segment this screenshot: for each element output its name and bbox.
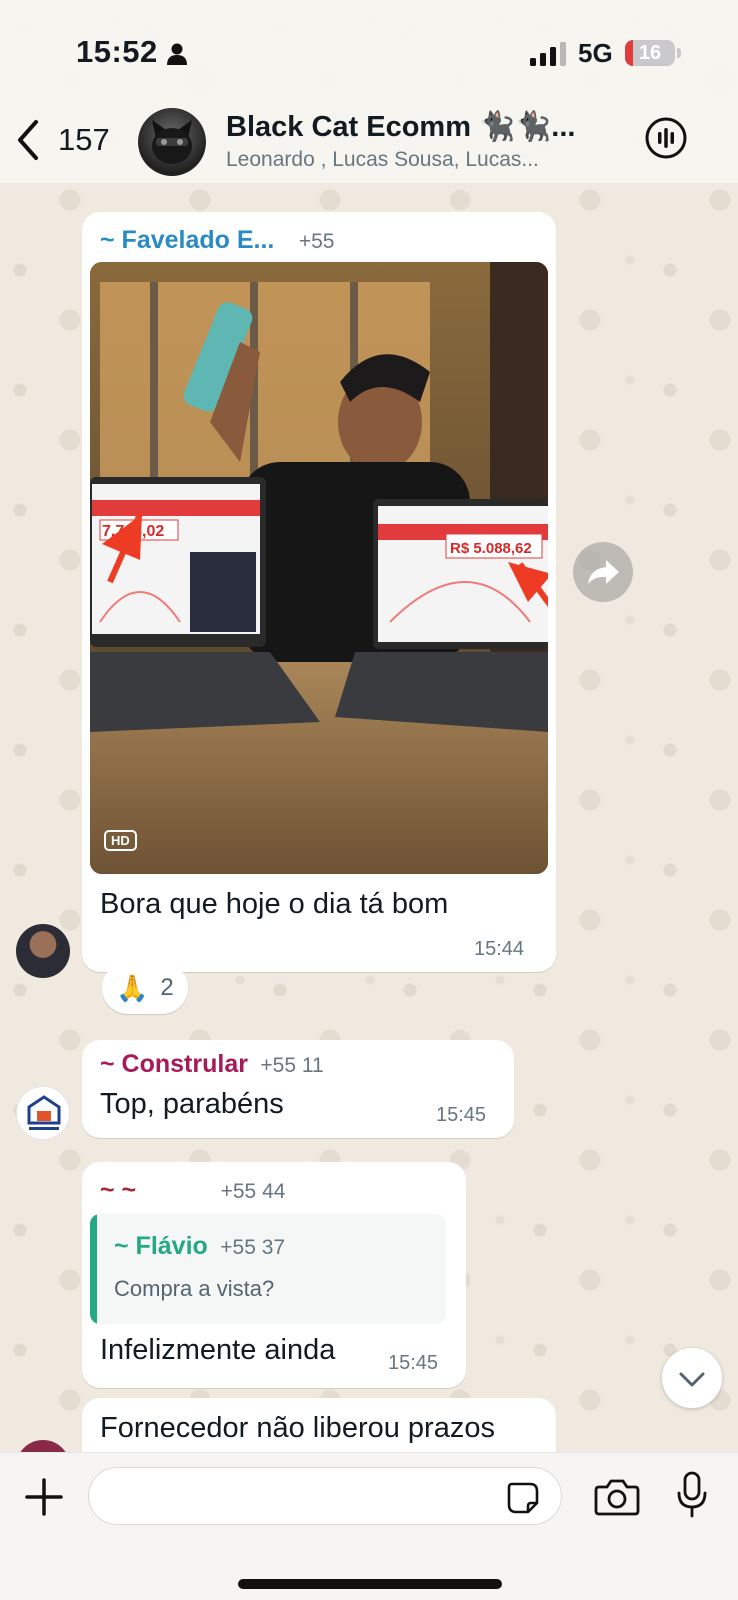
battery-level: 16 xyxy=(638,42,662,64)
message-time: 15:45 xyxy=(388,1352,439,1374)
battery-tip xyxy=(677,48,681,58)
unread-chats-count[interactable]: 157 xyxy=(58,122,110,158)
message-sender[interactable]: ~ Favelado E... xyxy=(100,226,274,254)
message-time: 15:45 xyxy=(436,1104,487,1126)
photo-sales-value-right: R$ 5.088,62 xyxy=(450,540,532,557)
photo-scene: 7.763,02 R$ 5.088,62 xyxy=(90,262,548,874)
message-time: 15:44 xyxy=(474,938,525,960)
message-sender[interactable]: ~ ~ xyxy=(100,1176,136,1204)
microphone-icon[interactable] xyxy=(676,1471,708,1519)
message-input[interactable] xyxy=(88,1467,562,1525)
message-text: Top, parabéns xyxy=(100,1088,284,1120)
person-icon xyxy=(167,43,187,65)
quote-sender: ~ Flávio xyxy=(114,1232,208,1260)
reaction-chip[interactable]: 🙏 2 xyxy=(102,962,188,1014)
reaction-emoji: 🙏 xyxy=(116,972,149,1003)
hd-badge: HD xyxy=(104,830,137,851)
chevron-down-icon xyxy=(679,1372,705,1387)
reaction-count: 2 xyxy=(160,974,174,1001)
network-type: 5G xyxy=(578,38,613,68)
constrular-logo xyxy=(27,1095,61,1130)
message-photo[interactable]: 7.763,02 R$ 5.088,62 HD xyxy=(90,262,548,874)
quote-accent-bar xyxy=(90,1214,97,1324)
quote-sender-phone: +55 37 xyxy=(220,1236,286,1259)
status-time: 15:52 xyxy=(76,34,158,69)
camera-icon[interactable] xyxy=(594,1477,640,1517)
signal-icon xyxy=(530,42,566,66)
home-indicator[interactable] xyxy=(238,1579,502,1589)
message-sender-phone: +55 xyxy=(298,230,335,253)
message-bubble-image[interactable]: ~ Favelado E... +55 R$ 5.088,62 HD Bora … xyxy=(82,212,556,972)
chevron-left-icon[interactable] xyxy=(14,118,44,162)
group-avatar[interactable] xyxy=(138,108,206,176)
message-sender[interactable]: ~ Constrular xyxy=(100,1050,248,1078)
forward-icon xyxy=(588,560,619,584)
plus-icon[interactable] xyxy=(24,1477,64,1517)
message-sender-phone: +55 44 xyxy=(220,1180,286,1203)
forward-button[interactable] xyxy=(573,542,633,602)
sticker-icon[interactable] xyxy=(506,1481,540,1515)
sender-avatar[interactable] xyxy=(16,924,70,978)
chat-members[interactable]: Leonardo , Lucas Sousa, Lucas... xyxy=(226,148,626,172)
message-bubble-reply[interactable]: ~ ~ +55 44 ~ Flávio +55 37 Compra a vist… xyxy=(82,1162,466,1388)
message-text: Fornecedor não liberou prazos xyxy=(100,1412,495,1444)
battery-indicator: 16 xyxy=(625,40,675,66)
composer-bar xyxy=(0,1452,738,1600)
message-bubble[interactable]: ~ Constrular +55 11 Top, parabéns 15:45 xyxy=(82,1040,514,1138)
chat-header: 15:52 5G 16 157 Black Cat Ecomm 🐈‍⬛🐈‍⬛..… xyxy=(0,0,738,184)
chat-title[interactable]: Black Cat Ecomm 🐈‍⬛🐈‍⬛... xyxy=(226,110,616,144)
message-text: Bora que hoje o dia tá bom xyxy=(100,888,449,920)
sender-avatar[interactable] xyxy=(16,1086,70,1140)
group-call-icon[interactable] xyxy=(644,116,688,160)
quote-text: Compra a vista? xyxy=(114,1276,275,1301)
black-cat-avatar-art xyxy=(152,120,192,164)
quoted-message[interactable]: ~ Flávio +55 37 Compra a vista? xyxy=(90,1214,446,1324)
message-text: Infelizmente ainda xyxy=(100,1334,336,1366)
scroll-to-bottom-button[interactable] xyxy=(662,1348,722,1408)
message-sender-phone: +55 11 xyxy=(260,1054,324,1077)
